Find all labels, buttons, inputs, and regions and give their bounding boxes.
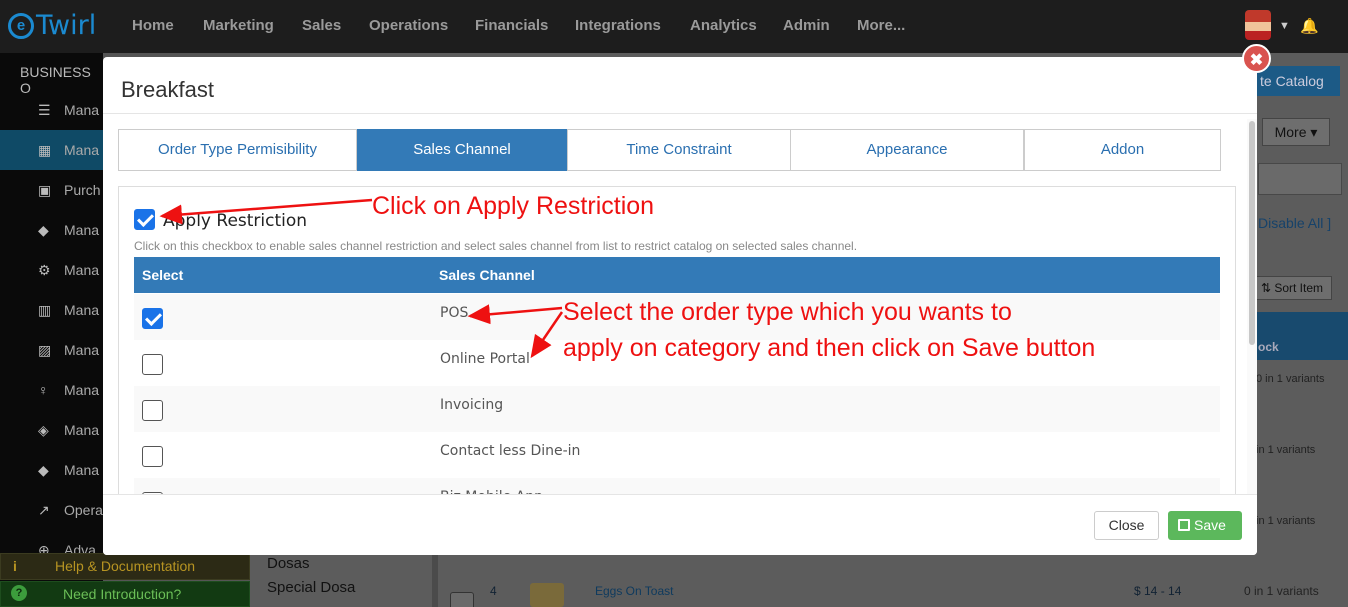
arrow-to-online-portal [530, 311, 564, 359]
annotation-arrows [159, 198, 564, 359]
arrow-to-pos [467, 304, 563, 325]
arrow-to-apply-restriction [159, 198, 373, 225]
